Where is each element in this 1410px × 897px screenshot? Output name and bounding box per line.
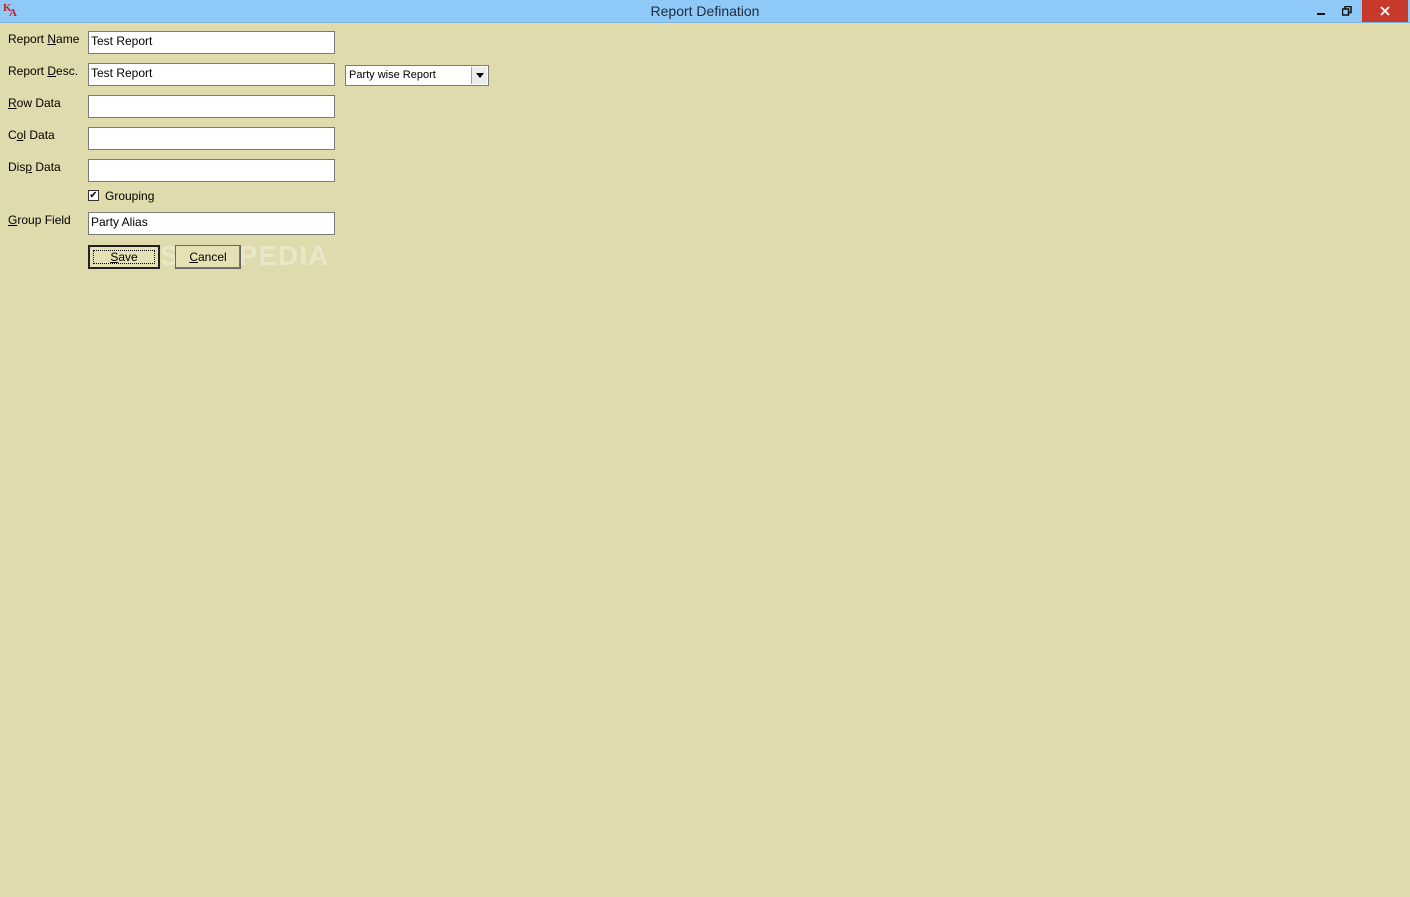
group-field-input[interactable]: Party Alias — [88, 212, 335, 235]
group-field-label: Group Field — [8, 213, 71, 227]
report-desc-field[interactable]: Test Report — [88, 63, 335, 86]
close-icon — [1380, 6, 1390, 16]
restore-icon — [1342, 6, 1352, 16]
disp-data-label: Disp Data — [8, 160, 61, 174]
report-type-selected: Party wise Report — [349, 69, 436, 81]
report-name-field[interactable]: Test Report — [88, 31, 335, 54]
minimize-icon — [1317, 13, 1325, 15]
focus-rect — [93, 250, 155, 264]
col-data-field[interactable] — [88, 127, 335, 150]
window-title: Report Defination — [650, 3, 760, 19]
restore-button[interactable] — [1334, 0, 1360, 22]
report-desc-label: Report Desc. — [8, 64, 79, 78]
cancel-button-label: Cancel — [189, 250, 227, 264]
close-button[interactable] — [1362, 0, 1408, 22]
row-data-field[interactable] — [88, 95, 335, 118]
grouping-label: Grouping — [105, 189, 155, 203]
dropdown-arrow-icon[interactable] — [471, 67, 487, 84]
report-type-dropdown[interactable]: Party wise Report — [345, 65, 489, 86]
col-data-label: Col Data — [8, 128, 55, 142]
minimize-button[interactable] — [1308, 0, 1334, 22]
row-data-label: Row Data — [8, 96, 61, 110]
disp-data-field[interactable] — [88, 159, 335, 182]
save-button[interactable]: Save — [88, 245, 160, 269]
report-name-label: Report Name — [8, 32, 80, 46]
grouping-checkbox[interactable]: ✔ — [88, 190, 99, 201]
title-bar: K A Report Defination — [0, 0, 1410, 23]
cancel-button[interactable]: Cancel — [175, 245, 241, 269]
checkmark-icon: ✔ — [89, 190, 98, 201]
